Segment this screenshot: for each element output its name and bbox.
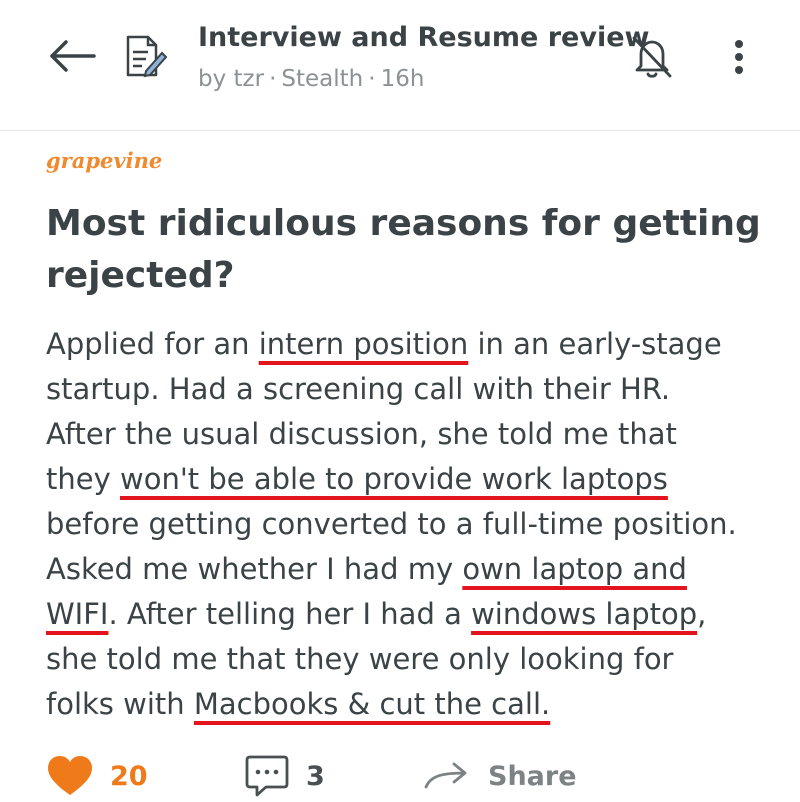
body-text: . After telling her I had a	[108, 597, 472, 631]
like-count: 20	[110, 760, 148, 792]
body-text: they	[46, 462, 120, 496]
comment-count: 3	[306, 760, 325, 792]
heart-icon	[48, 756, 92, 795]
share-label: Share	[488, 760, 577, 792]
document-edit-icon	[126, 35, 168, 78]
body-text: Applied for an	[46, 327, 259, 361]
body-text: in an early-stage	[468, 327, 722, 361]
body-line: before getting converted to a full-time …	[46, 507, 737, 541]
company-name[interactable]: Stealth	[281, 66, 363, 92]
comment-icon	[245, 755, 289, 797]
highlighted-text: windows laptop	[471, 597, 698, 631]
meta-separator: ·	[269, 66, 277, 92]
body-line: startup. Had a screening call with their…	[46, 372, 671, 406]
body-text: ,	[697, 597, 707, 631]
post-actions: 20 3 Share	[0, 750, 800, 802]
body-line: After the usual discussion, she told me …	[46, 417, 677, 451]
post-header: Interview and Resume review by tzr · Steal…	[0, 0, 800, 131]
highlighted-text: won't be able to provide work laptops	[119, 462, 668, 496]
meta-separator: ·	[368, 66, 376, 92]
highlighted-text: own laptop and	[462, 552, 687, 586]
body-line: WIFI. After telling her I had a windows …	[46, 592, 766, 637]
channel-tag[interactable]: grapevine	[46, 148, 162, 173]
share-arrow-icon	[424, 762, 467, 789]
post-meta: by tzr · Stealth · 16h	[198, 66, 424, 92]
more-vertical-icon[interactable]	[726, 38, 752, 76]
highlighted-text: intern position	[258, 327, 469, 361]
highlighted-text: Macbooks & cut the call.	[193, 687, 551, 721]
body-line: she told me that they were only looking …	[46, 642, 674, 676]
post-body: Applied for an intern position in an ear…	[46, 322, 766, 727]
body-line: folks with Macbooks & cut the call.	[46, 682, 766, 727]
like-button[interactable]: 20	[46, 750, 148, 802]
body-line: Asked me whether I had my own laptop and	[46, 547, 766, 592]
body-line: Applied for an intern position in an ear…	[46, 322, 766, 367]
channel-title[interactable]: Interview and Resume review	[198, 22, 649, 53]
body-line: they won't be able to provide work lapto…	[46, 457, 766, 502]
comment-button[interactable]: 3	[244, 750, 325, 802]
back-arrow-icon[interactable]	[46, 36, 98, 76]
highlighted-text: WIFI	[46, 597, 109, 631]
bell-off-icon[interactable]	[626, 30, 678, 82]
share-button[interactable]: Share	[424, 750, 577, 802]
post-time: 16h	[380, 66, 425, 92]
body-text: folks with	[46, 687, 194, 721]
body-text: Asked me whether I had my	[46, 552, 463, 586]
author-name[interactable]: by tzr	[198, 66, 264, 92]
post-title: Most ridiculous reasons for getting reje…	[46, 203, 761, 296]
